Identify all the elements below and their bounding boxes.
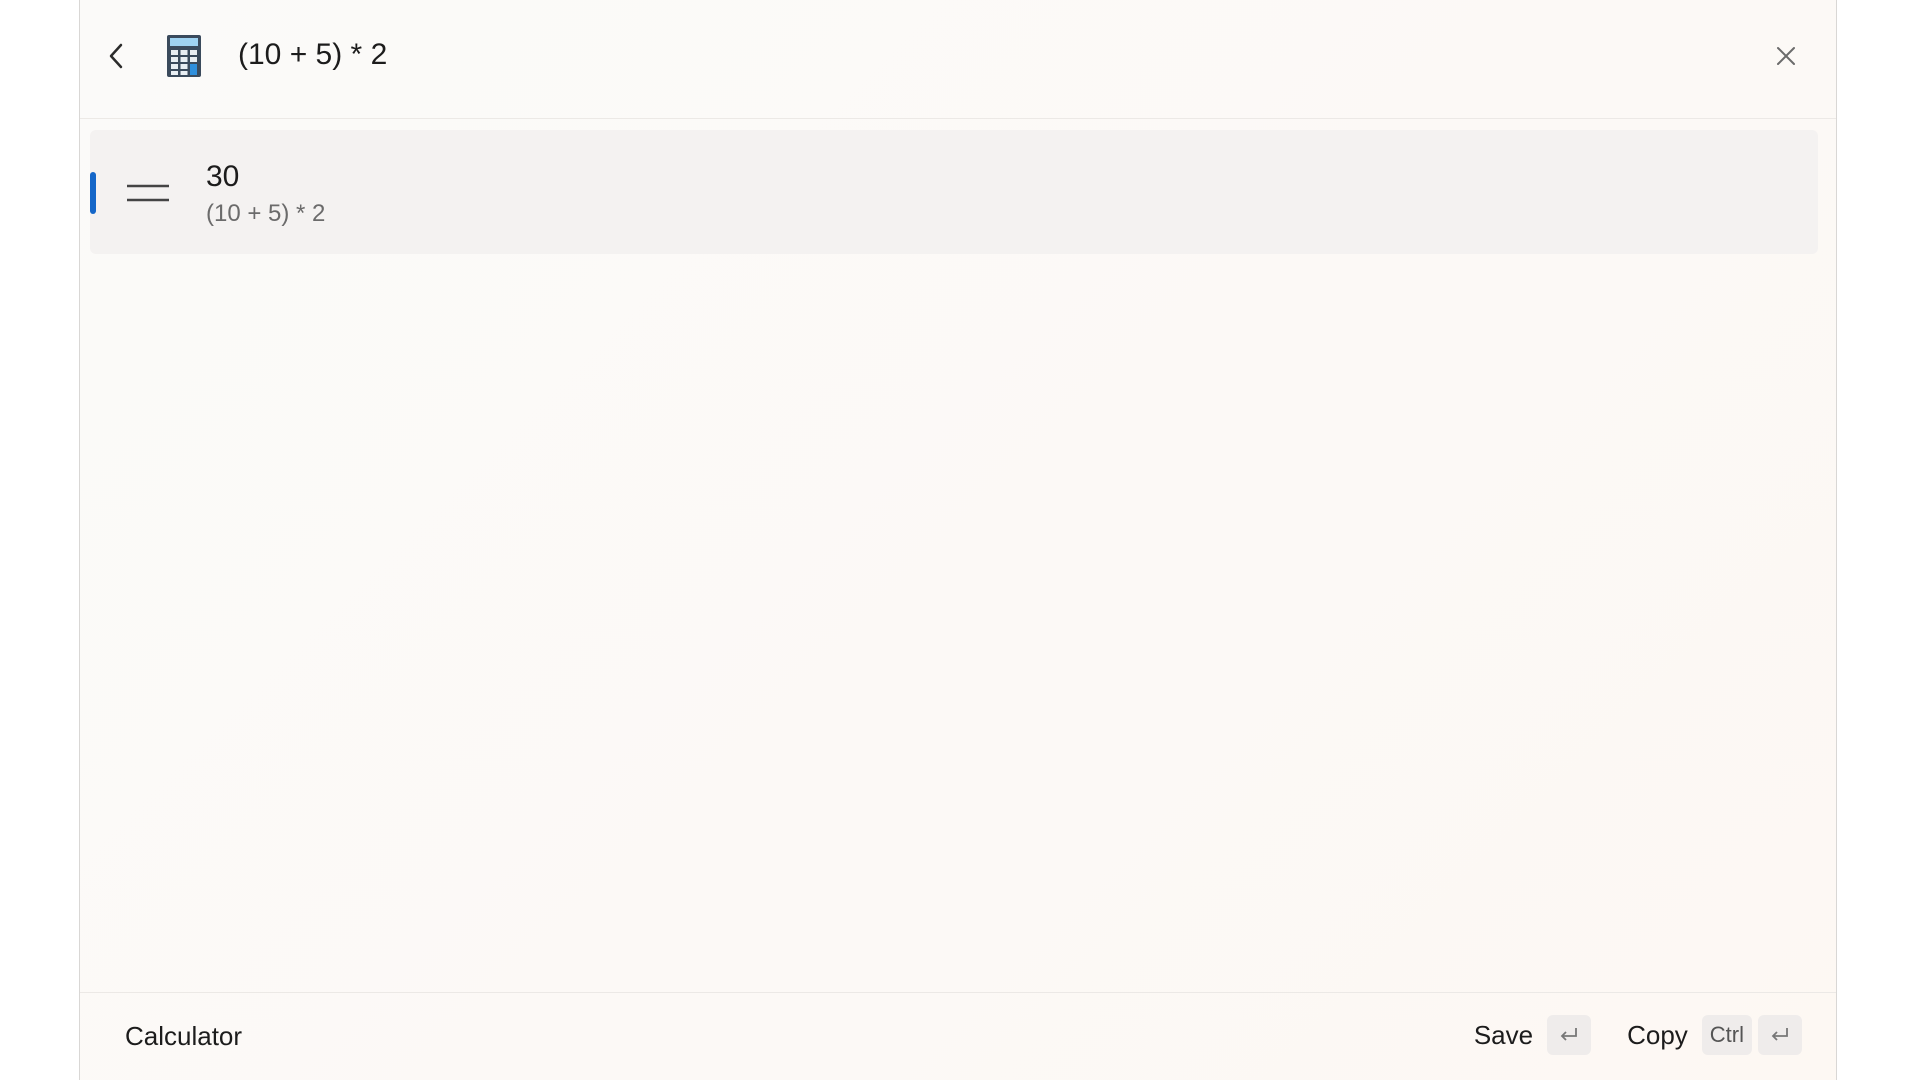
list-item[interactable]: 30 (10 + 5) * 2 bbox=[90, 130, 1818, 254]
selection-indicator bbox=[90, 172, 96, 214]
save-label: Save bbox=[1473, 1019, 1534, 1050]
equals-icon bbox=[127, 184, 169, 202]
results-list: 30 (10 + 5) * 2 bbox=[90, 130, 1818, 254]
result-value: 30 bbox=[206, 160, 240, 193]
back-button[interactable] bbox=[100, 34, 132, 78]
copy-button[interactable]: Copy Ctrl bbox=[1627, 1015, 1808, 1055]
search-header bbox=[80, 0, 1836, 119]
copy-label: Copy bbox=[1627, 1019, 1688, 1050]
footer-bar: Calculator Save Copy Ctrl bbox=[80, 992, 1836, 1080]
search-input[interactable] bbox=[238, 30, 1638, 80]
result-expression: (10 + 5) * 2 bbox=[206, 200, 326, 227]
footer-actions: Save Copy Ctrl bbox=[1474, 1013, 1808, 1057]
command-palette-window: 30 (10 + 5) * 2 Calculator Save Copy Ctr… bbox=[79, 0, 1837, 1080]
ctrl-key: Ctrl bbox=[1701, 1015, 1752, 1055]
footer-app-name: Calculator bbox=[125, 1021, 243, 1051]
chevron-left-icon bbox=[109, 43, 123, 69]
enter-key-icon bbox=[1547, 1015, 1592, 1055]
close-icon bbox=[1777, 47, 1795, 65]
close-button[interactable] bbox=[1768, 38, 1804, 74]
save-button[interactable]: Save bbox=[1474, 1015, 1597, 1055]
calculator-icon bbox=[166, 34, 202, 78]
enter-key-icon bbox=[1758, 1015, 1802, 1055]
